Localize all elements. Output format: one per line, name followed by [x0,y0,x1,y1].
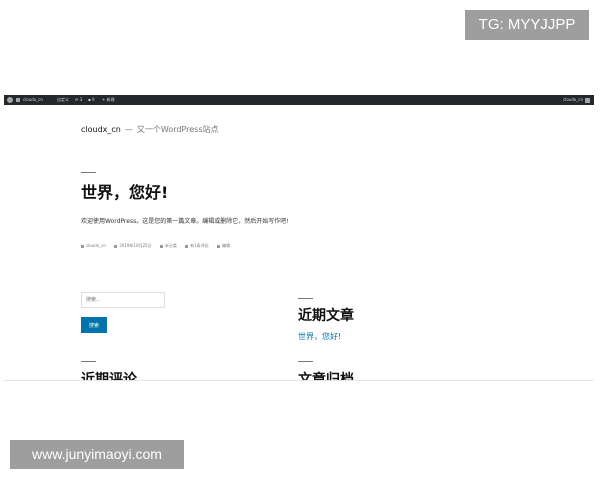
admin-bar-user[interactable]: cloudx_cn [563,95,590,105]
admin-bar-updates[interactable]: ⟳ 3 [75,95,82,105]
admin-bar-new[interactable]: + 新建 [102,95,115,105]
post-comments-label: 有1条评论 [190,243,209,248]
admin-bar-comments[interactable]: ▪ 0 [88,95,95,105]
search-input[interactable] [81,292,165,308]
search-button[interactable]: 搜索 [81,317,107,333]
watermark-bottom: www.junyimaoyi.com [10,440,184,469]
user-name: cloudx_cn [563,97,583,102]
post-edit-label: 编辑 [221,243,230,248]
comments-count: 0 [91,97,95,102]
post-date-label: 2019年10月25日 [119,243,152,248]
post-edit[interactable]: 编辑 [216,243,230,248]
new-label: 新建 [106,97,115,102]
site-title-separator: — [124,125,133,134]
post-author[interactable]: cloudx_cn [81,243,106,248]
updates-count: 3 [79,97,83,102]
site-header: cloudx_cn — 又一个WordPress站点 [81,124,219,135]
clock-icon [114,244,118,248]
wordpress-logo-icon[interactable] [7,97,13,103]
post-category-label: 未分类 [164,243,177,248]
post-content: 欢迎使用WordPress。这是您的第一篇文章。编辑或删除它，然后开始写作吧! [81,218,289,225]
admin-bar: cloudx_cn 自定义 ⟳ 3 ▪ 0 + 新建 cloudx_cn [4,95,594,105]
post-author-label: cloudx_cn [86,243,106,248]
home-icon[interactable] [16,98,20,102]
avatar [585,97,590,103]
post-comments[interactable]: 有1条评论 [185,243,209,248]
site-description: 又一个WordPress站点 [136,125,219,134]
archives-title: 文章归档 [298,372,354,381]
admin-bar-customize[interactable]: 自定义 [57,95,69,105]
widget-divider [298,298,313,299]
user-icon [81,244,84,248]
widget-divider [298,361,313,362]
recent-comments-title: 近期评论 [81,372,137,381]
widget-divider [81,361,96,362]
folder-icon [159,244,163,248]
admin-bar-site-name[interactable]: cloudx_cn [23,95,43,105]
post-title[interactable]: 世界，您好! [81,179,168,203]
watermark-top: TG: MYYJJPP [465,10,589,40]
site-title[interactable]: cloudx_cn [81,125,121,134]
pencil-icon [216,244,220,248]
post-category[interactable]: 未分类 [159,243,177,248]
recent-post-link[interactable]: 世界，您好! [298,331,341,342]
browser-screenshot: cloudx_cn 自定义 ⟳ 3 ▪ 0 + 新建 cloudx_cn clo… [4,95,594,381]
post-divider [81,172,96,173]
comment-icon [185,244,189,248]
post-meta: cloudx_cn 2019年10月25日 未分类 有1条评论 编辑 [81,243,237,249]
recent-posts-title: 近期文章 [298,308,354,324]
post-date[interactable]: 2019年10月25日 [114,243,152,248]
